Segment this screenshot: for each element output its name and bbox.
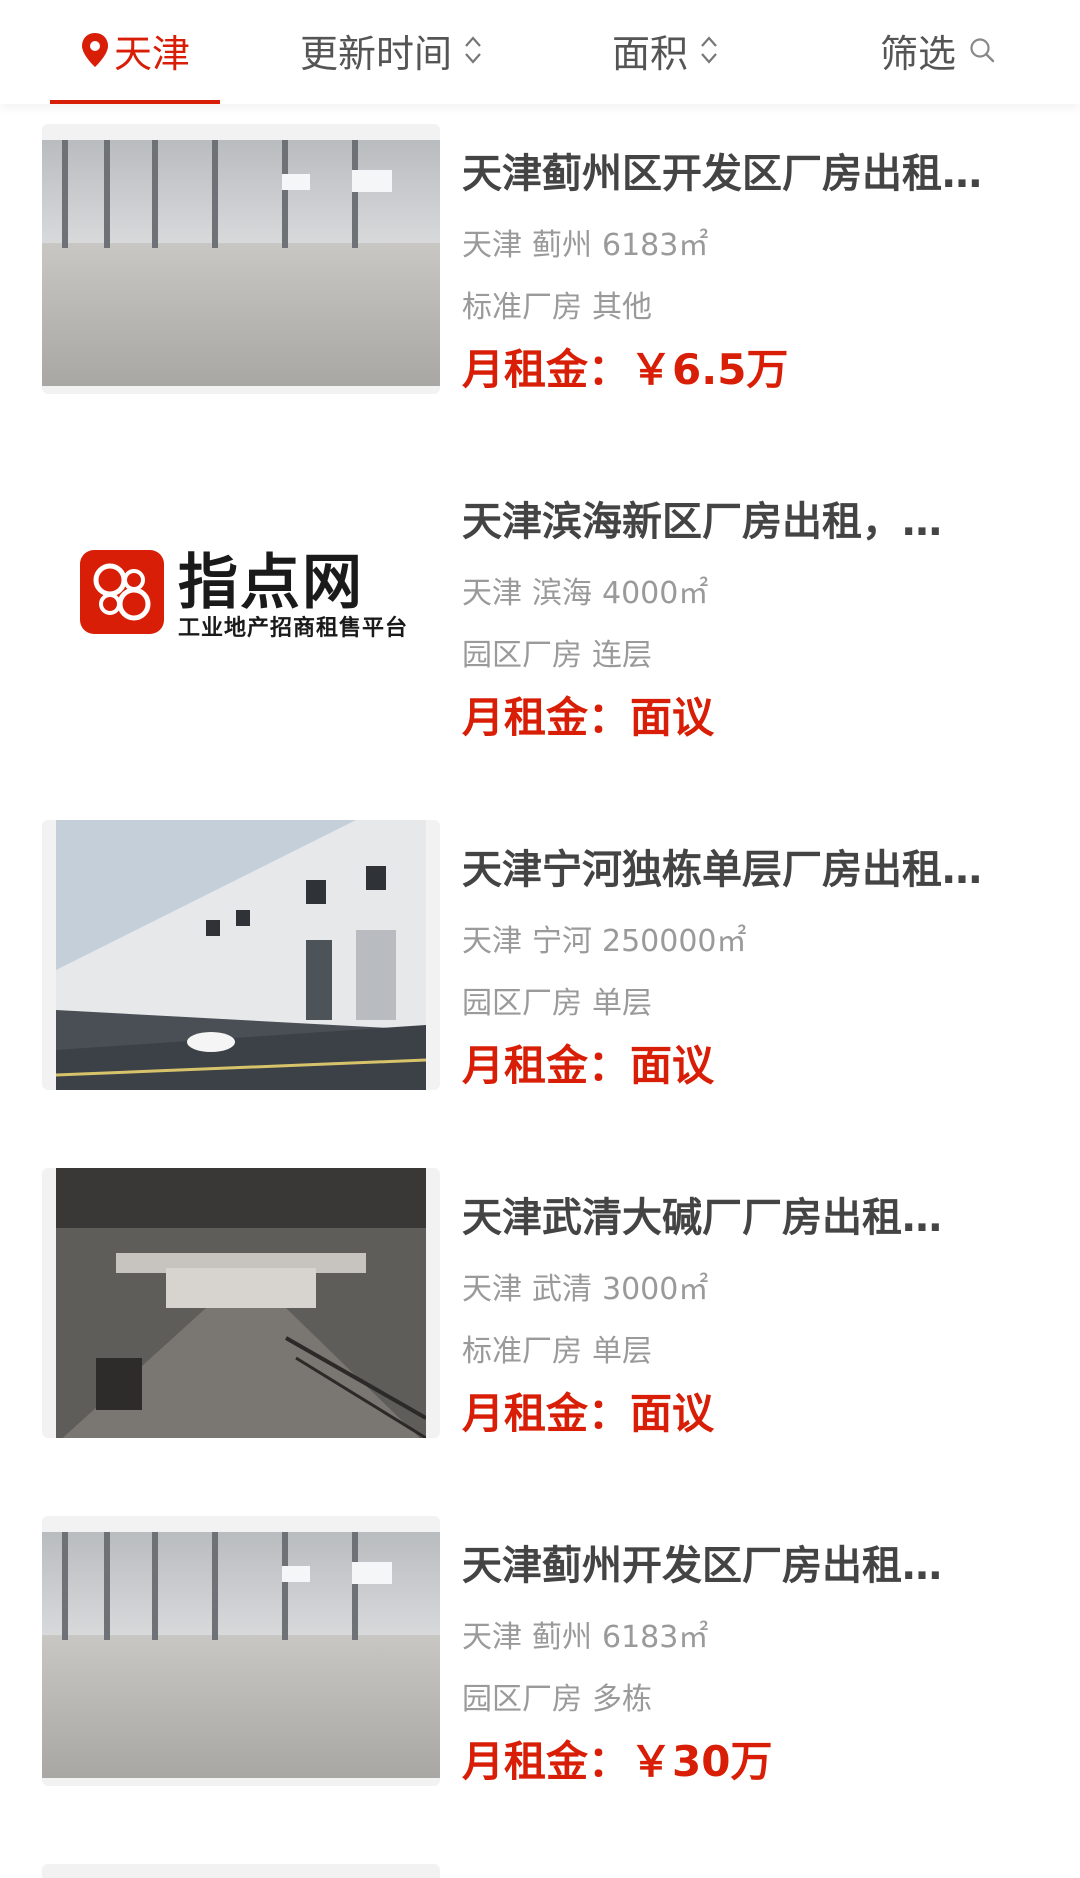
- listing-tags: 标准厂房 其他: [462, 290, 652, 325]
- search-icon: [970, 38, 995, 63]
- listing-location: 天津 武清 3000㎡: [462, 1272, 709, 1307]
- listing-location: 天津 蓟州 6183㎡: [462, 1620, 709, 1655]
- logo-subtitle: 工业地产招商租售平台: [178, 616, 409, 641]
- warehouse-photo: [42, 1532, 440, 1778]
- warehouse-photo: [42, 140, 440, 386]
- sort-arrows-icon: [465, 36, 481, 64]
- listing-title[interactable]: 天津武清大碱厂厂房出租…: [462, 1192, 1010, 1244]
- listing-thumbnail: [42, 1168, 440, 1438]
- city-label: 天津: [113, 31, 190, 76]
- listing-card[interactable]: 天津蓟州开发区厂房出租… 天津 蓟州 6183㎡ 园区厂房 多栋 月租金：￥30万: [0, 1516, 1080, 1816]
- logo-mark-icon: [80, 550, 164, 634]
- listing-card[interactable]: 天津宁河独栋单层厂房出租… 天津 宁河 250000㎡ 园区厂房 单层 月租金：面议: [0, 820, 1080, 1120]
- listing-price: 月租金：面议: [462, 693, 715, 742]
- listing-tags: 园区厂房 连层: [462, 638, 652, 673]
- listing-location: 天津 滨海 4000㎡: [462, 576, 709, 611]
- listing-title[interactable]: 天津蓟州开发区厂房出租…: [462, 1540, 1010, 1592]
- listing-card[interactable]: 天津蓟州区开发区厂房出租，… 天津 蓟州 6183㎡ 标准厂房 其他 月租金：￥6.5…: [0, 124, 1080, 424]
- listing-title[interactable]: 天津滨海新区厂房出租，…: [462, 496, 1010, 548]
- listing-card[interactable]: 天津武清大碱厂厂房出租… 天津 武清 3000㎡ 标准厂房 单层 月租金：面议: [0, 1168, 1080, 1468]
- sort-by-update-time[interactable]: 更新时间: [300, 0, 484, 100]
- listing-thumbnail: [42, 820, 440, 1090]
- listing-tags: 园区厂房 单层: [462, 986, 652, 1021]
- sort-by-area[interactable]: 面积: [612, 0, 720, 100]
- zhidianwang-logo: 指点网 工业地产招商租售平台: [42, 472, 440, 742]
- city-selector[interactable]: 天津: [50, 0, 220, 100]
- listing-price: 月租金：面议: [462, 1389, 715, 1438]
- listing-card[interactable]: 指点网 工业地产招商租售平台 天津滨海新区厂房出租，… 天津 滨海 4000㎡ 园区…: [0, 472, 1080, 772]
- listing-price: 月租金：￥30万: [462, 1737, 773, 1786]
- listing-location: 天津 蓟州 6183㎡: [462, 228, 709, 263]
- filter-button[interactable]: 筛选: [880, 0, 996, 100]
- listing-price: 月租金：面议: [462, 1041, 715, 1090]
- update-time-label: 更新时间: [300, 31, 453, 76]
- filter-label: 筛选: [880, 31, 957, 76]
- location-pin-icon: [81, 33, 108, 67]
- active-tab-indicator: [50, 100, 220, 104]
- listing-price: 月租金：￥6.5万: [462, 345, 789, 394]
- next-listing-thumbnail-edge: [42, 1864, 440, 1878]
- logo-text: 指点网: [178, 548, 364, 618]
- factory-photo: [56, 820, 426, 1090]
- listing-thumbnail: 指点网 工业地产招商租售平台: [42, 472, 440, 742]
- listing-tags: 标准厂房 单层: [462, 1334, 652, 1369]
- listing-title[interactable]: 天津蓟州区开发区厂房出租，…: [462, 148, 1010, 200]
- listing-tags: 园区厂房 多栋: [462, 1682, 652, 1717]
- sort-arrows-icon: [701, 36, 717, 64]
- listing-title[interactable]: 天津宁河独栋单层厂房出租…: [462, 844, 1010, 896]
- area-label: 面积: [612, 31, 689, 76]
- filter-bar: 天津 更新时间 面积 筛选: [0, 0, 1080, 104]
- listing-location: 天津 宁河 250000㎡: [462, 924, 747, 959]
- listing-thumbnail: [42, 1516, 440, 1786]
- listing-thumbnail: [42, 124, 440, 394]
- workshop-photo: [56, 1168, 426, 1438]
